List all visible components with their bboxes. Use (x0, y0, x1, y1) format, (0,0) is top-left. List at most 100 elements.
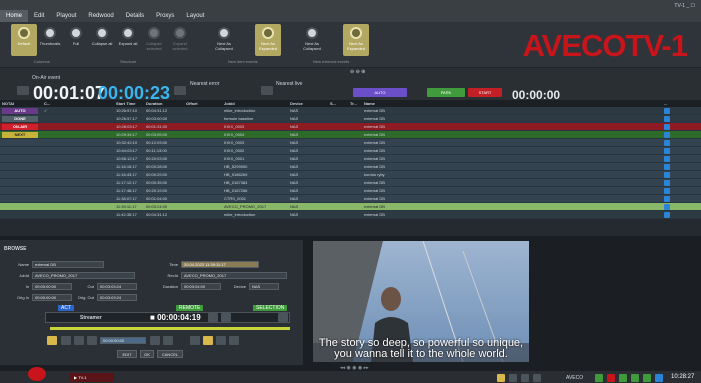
column-header[interactable]: Device (288, 100, 328, 107)
start-button[interactable]: START (468, 88, 502, 97)
table-row[interactable]: 11:38:07:17 00:01:04:00 CTRS_0001 NAS extern… (0, 195, 701, 203)
table-row[interactable]: 11:17:48:17 00:20:19:00 HB_0187266 NAS exter… (0, 187, 701, 195)
step-forward-button[interactable] (221, 313, 231, 322)
rewind-button[interactable] (61, 336, 71, 345)
network-status-icon[interactable] (655, 374, 663, 382)
out-field[interactable]: 00:03:03:24 (97, 283, 137, 290)
check-status-icon[interactable] (631, 374, 639, 382)
zoom-controls-icon[interactable]: ⊖ ⊖ ⊕ (350, 69, 365, 75)
menu-edit[interactable]: Edit (28, 10, 50, 22)
info-icon[interactable] (664, 148, 670, 154)
ok-status-icon[interactable] (595, 374, 603, 382)
ok-button[interactable]: OK (140, 350, 154, 358)
table-row[interactable]: 11:17:12:17 00:00:35:00 HB_0187384 NAS exter… (0, 179, 701, 187)
ribbon-button-expand-all[interactable]: Expand all (115, 24, 141, 56)
marker-button[interactable] (229, 336, 239, 345)
jog-timecode-field[interactable]: 00:00:00:00 (100, 337, 146, 344)
step-back-button[interactable] (208, 313, 218, 322)
tv1-tab[interactable]: ▶ TV-1 (70, 373, 114, 382)
info-icon[interactable] (664, 188, 670, 194)
table-row[interactable]: DONE 10:26:57:17 00:03:00:00 formule baseli… (0, 115, 701, 123)
column-header[interactable]: ... (662, 100, 701, 107)
column-header[interactable]: Start Time (114, 100, 144, 107)
ribbon-button-next-as-collapsed[interactable]: Next As Collapsed (211, 24, 237, 56)
info-icon[interactable] (664, 180, 670, 186)
ribbon-button-expand-selected[interactable]: Expand selected (167, 24, 193, 56)
warning-icon[interactable] (497, 374, 505, 382)
info-icon[interactable] (664, 116, 670, 122)
name-field[interactable]: external DB (32, 261, 104, 268)
info-icon[interactable] (664, 108, 670, 114)
jobid-field[interactable]: AVECO_PROMO_2017 (32, 272, 135, 279)
auto-button[interactable]: AUTO (353, 88, 407, 97)
park-button[interactable]: PARK (427, 88, 465, 97)
info-icon[interactable] (664, 124, 670, 130)
recid-field[interactable]: AVECO_PROMO_2017 (181, 272, 287, 279)
ribbon-button-next-as-expanded[interactable]: Next As Expanded (343, 24, 369, 56)
table-row[interactable]: 11:16:15:17 00:00:28:00 HB_5299900 NAS exter… (0, 163, 701, 171)
orig-out-field[interactable]: 00:03:03:24 (97, 294, 137, 301)
menu-playout[interactable]: Playout (50, 10, 82, 22)
column-header[interactable]: S... (328, 100, 348, 107)
ribbon-button-collapse-all[interactable]: Collapse all (89, 24, 115, 56)
play-button[interactable] (150, 336, 160, 345)
duration-field[interactable]: 00:03:04:00 (181, 283, 221, 290)
time-field[interactable]: 20.04.2023 11:39:11:17 (181, 261, 259, 268)
table-row[interactable]: 11:42:35:17 00:04:31:12 mike_introduction N… (0, 211, 701, 219)
table-row[interactable]: 10:56:12:17 00:20:03:00 KIXX_0001 NAS extern… (0, 155, 701, 163)
info-icon[interactable] (664, 164, 670, 170)
table-row[interactable]: AUTO ✓ 10:26:57:10 00:04:31:12 mike_introduc… (0, 107, 701, 115)
table-row[interactable]: NEXT 10:29:34:17 00:03:05:00 KIXX_0004 NAS ex… (0, 131, 701, 139)
ribbon-button-full[interactable]: Full (63, 24, 89, 56)
tool-icon-2[interactable] (521, 374, 529, 382)
ribbon-button-next-as-expanded[interactable]: Next As Expanded (255, 24, 281, 56)
timeline-bar[interactable] (50, 327, 290, 330)
table-row[interactable]: ON-AIR 10:28:03:17 00:01:31:00 KIXX_0003 NAS… (0, 123, 701, 131)
live-menu-icon[interactable] (261, 86, 273, 95)
m-status-icon[interactable] (643, 374, 651, 382)
cancel-button[interactable]: CANCEL (157, 350, 183, 358)
menu-layout[interactable]: Layout (180, 10, 210, 22)
next-frame-button[interactable] (163, 336, 173, 345)
menu-home[interactable]: Home (0, 10, 29, 22)
table-row[interactable]: 11:16:43:17 00:00:29:00 HB_9186269 NAS kordo… (0, 171, 701, 179)
info-icon[interactable] (664, 204, 670, 210)
table-row[interactable]: 10:32:42:10 00:12:03:00 KIXX_0003 NAS extern… (0, 139, 701, 147)
ribbon-button-next-as-collapsed[interactable]: Next As Collapsed (299, 24, 325, 56)
alert-status-icon[interactable] (607, 374, 615, 382)
column-header[interactable]: Offset (184, 100, 222, 107)
device-field[interactable]: NAS (249, 283, 279, 290)
table-row[interactable]: 10:44:03:17 00:11:13:00 KIXX_0002 NAS extern… (0, 147, 701, 155)
table-row[interactable]: 11:39:11:17 00:03:24:00 AVECO_PROMO_2017 NA… (0, 203, 701, 211)
app-orb-icon[interactable] (28, 367, 46, 381)
info-icon[interactable] (664, 156, 670, 162)
column-header[interactable]: C... (42, 100, 114, 107)
eject-button[interactable] (278, 313, 288, 322)
menu-proxys[interactable]: Proxys (150, 10, 180, 22)
ribbon-button-collapse-selected[interactable]: Collapse selected (141, 24, 167, 56)
info-icon[interactable] (664, 196, 670, 202)
column-header[interactable]: Duration (144, 100, 184, 107)
mark-in-button[interactable] (47, 336, 57, 345)
onair-menu-icon[interactable] (17, 86, 29, 95)
column-header[interactable]: Tr... (348, 100, 362, 107)
info-icon[interactable] (664, 132, 670, 138)
column-header[interactable]: Name (362, 100, 662, 107)
info-icon[interactable] (664, 172, 670, 178)
edit-button[interactable]: EDIT (117, 350, 137, 358)
master-status-icon[interactable] (619, 374, 627, 382)
in-field[interactable]: 00:00:00:00 (32, 283, 72, 290)
menu-redwood[interactable]: Redwood (82, 10, 119, 22)
menu-details[interactable]: Details (120, 10, 150, 22)
mark-out-button[interactable] (203, 336, 213, 345)
play-back-button[interactable] (87, 336, 97, 345)
ribbon-button-default[interactable]: Default (11, 24, 37, 56)
record-button[interactable] (190, 336, 200, 345)
orig-in-field[interactable]: 00:00:00:00 (32, 294, 72, 301)
info-icon[interactable] (664, 140, 670, 146)
column-header[interactable]: Jobid (222, 100, 288, 107)
prev-frame-button[interactable] (74, 336, 84, 345)
error-menu-icon[interactable] (174, 86, 186, 95)
ribbon-button-thumbnails[interactable]: Thumbnails (37, 24, 63, 56)
info-icon[interactable] (664, 212, 670, 218)
